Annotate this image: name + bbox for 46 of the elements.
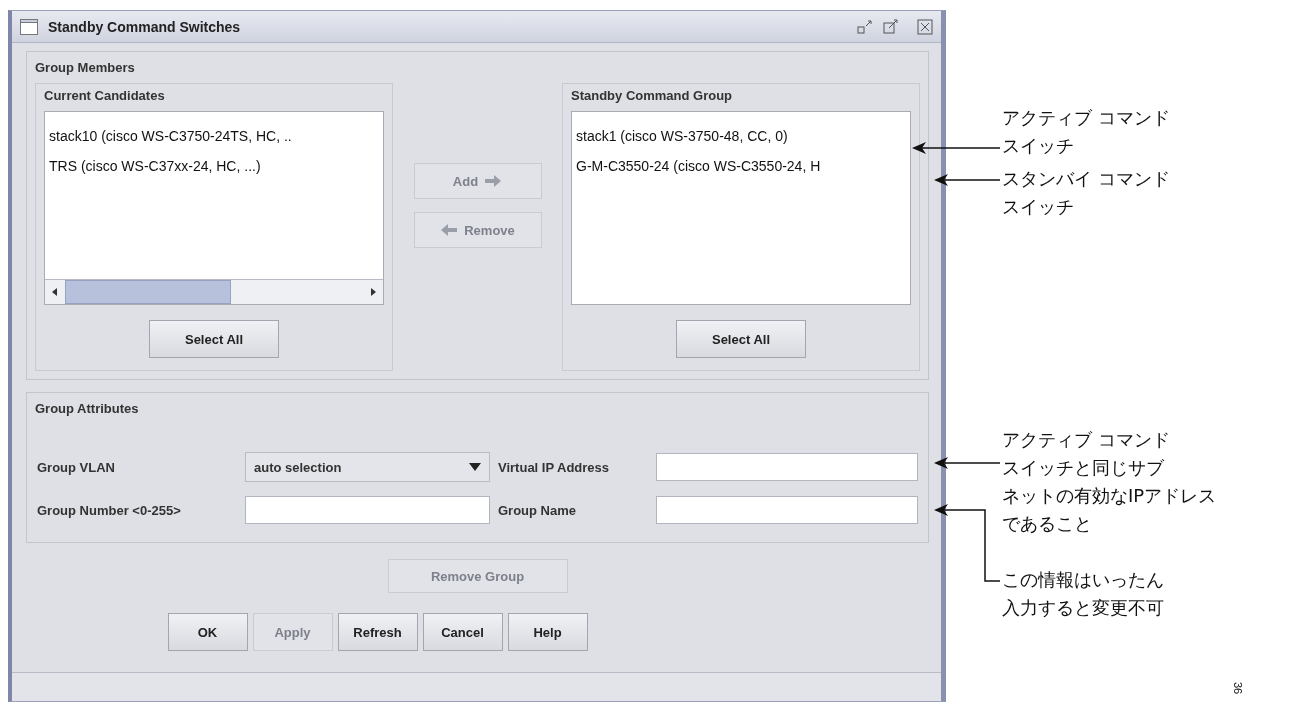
dialog-button[interactable]: Help bbox=[507, 613, 588, 651]
callout-text: ネットの有効なIPアドレス bbox=[1002, 484, 1217, 508]
field-label: Group Number <0-255> bbox=[37, 502, 181, 518]
list-item[interactable]: stack1 (cisco WS-3750-48, CC, 0) bbox=[576, 128, 788, 144]
field-label: Group VLAN bbox=[37, 459, 115, 475]
panel-title: Group Members bbox=[35, 60, 135, 75]
dialog-button[interactable]: Refresh bbox=[337, 613, 418, 651]
field-label: Virtual IP Address bbox=[497, 459, 610, 475]
close-icon[interactable] bbox=[917, 18, 933, 35]
callout-text: この情報はいったん bbox=[1002, 568, 1164, 592]
dialog-button[interactable]: OK bbox=[167, 613, 248, 651]
leader-arrow bbox=[934, 457, 1001, 469]
left-arrow-icon bbox=[440, 224, 459, 236]
window-title: Standby Command Switches bbox=[48, 18, 242, 35]
callout-text: スイッチと同じサブ bbox=[1002, 456, 1164, 480]
callout-text: であること bbox=[1002, 512, 1092, 536]
right-arrow-icon bbox=[484, 175, 503, 187]
dropdown[interactable]: auto selection bbox=[245, 452, 490, 482]
callout-text: アクティブ コマンド bbox=[1002, 106, 1170, 130]
list-box[interactable]: stack1 (cisco WS-3750-48, CC, 0) G-M-C3550-24 (cisco WS-C3550-24, H bbox=[571, 111, 911, 305]
select-all-button[interactable]: Select All bbox=[149, 320, 279, 358]
list-item[interactable]: stack10 (cisco WS-C3750-24TS, HC, .. bbox=[49, 128, 292, 144]
list-item[interactable]: G-M-C3550-24 (cisco WS-C3550-24, H bbox=[576, 158, 821, 174]
figure-number: 36 bbox=[1232, 681, 1245, 695]
maximize-icon[interactable] bbox=[883, 18, 899, 35]
text-field[interactable] bbox=[656, 496, 918, 524]
horizontal-scrollbar[interactable] bbox=[45, 279, 383, 304]
callout-text: スタンバイ コマンド bbox=[1002, 167, 1170, 191]
callout-text: スイッチ bbox=[1002, 134, 1074, 158]
group-title: Standby Command Group bbox=[571, 88, 734, 103]
callout-text: アクティブ コマンド bbox=[1002, 428, 1170, 452]
dialog-button[interactable]: Cancel bbox=[422, 613, 503, 651]
panel-title: Group Attributes bbox=[35, 401, 139, 416]
leader-arrow bbox=[934, 174, 1001, 186]
callout-text: 入力すると変更不可 bbox=[1002, 596, 1164, 620]
group-title: Current Candidates bbox=[44, 88, 166, 103]
select-all-button[interactable]: Select All bbox=[676, 320, 806, 358]
text-field[interactable] bbox=[245, 496, 490, 524]
list-item[interactable]: TRS (cisco WS-C37xx-24, HC, ...) bbox=[49, 158, 261, 174]
list-box[interactable]: stack10 (cisco WS-C3750-24TS, HC, .. TRS (cisco WS-C37xx-24, HC, ...) bbox=[44, 111, 384, 305]
text-field[interactable] bbox=[656, 453, 918, 481]
callout-text: スイッチ bbox=[1002, 195, 1074, 219]
field-label: Group Name bbox=[497, 502, 576, 518]
minimize-icon[interactable] bbox=[857, 18, 873, 35]
caret-icon bbox=[469, 463, 481, 471]
window-icon bbox=[20, 18, 38, 35]
